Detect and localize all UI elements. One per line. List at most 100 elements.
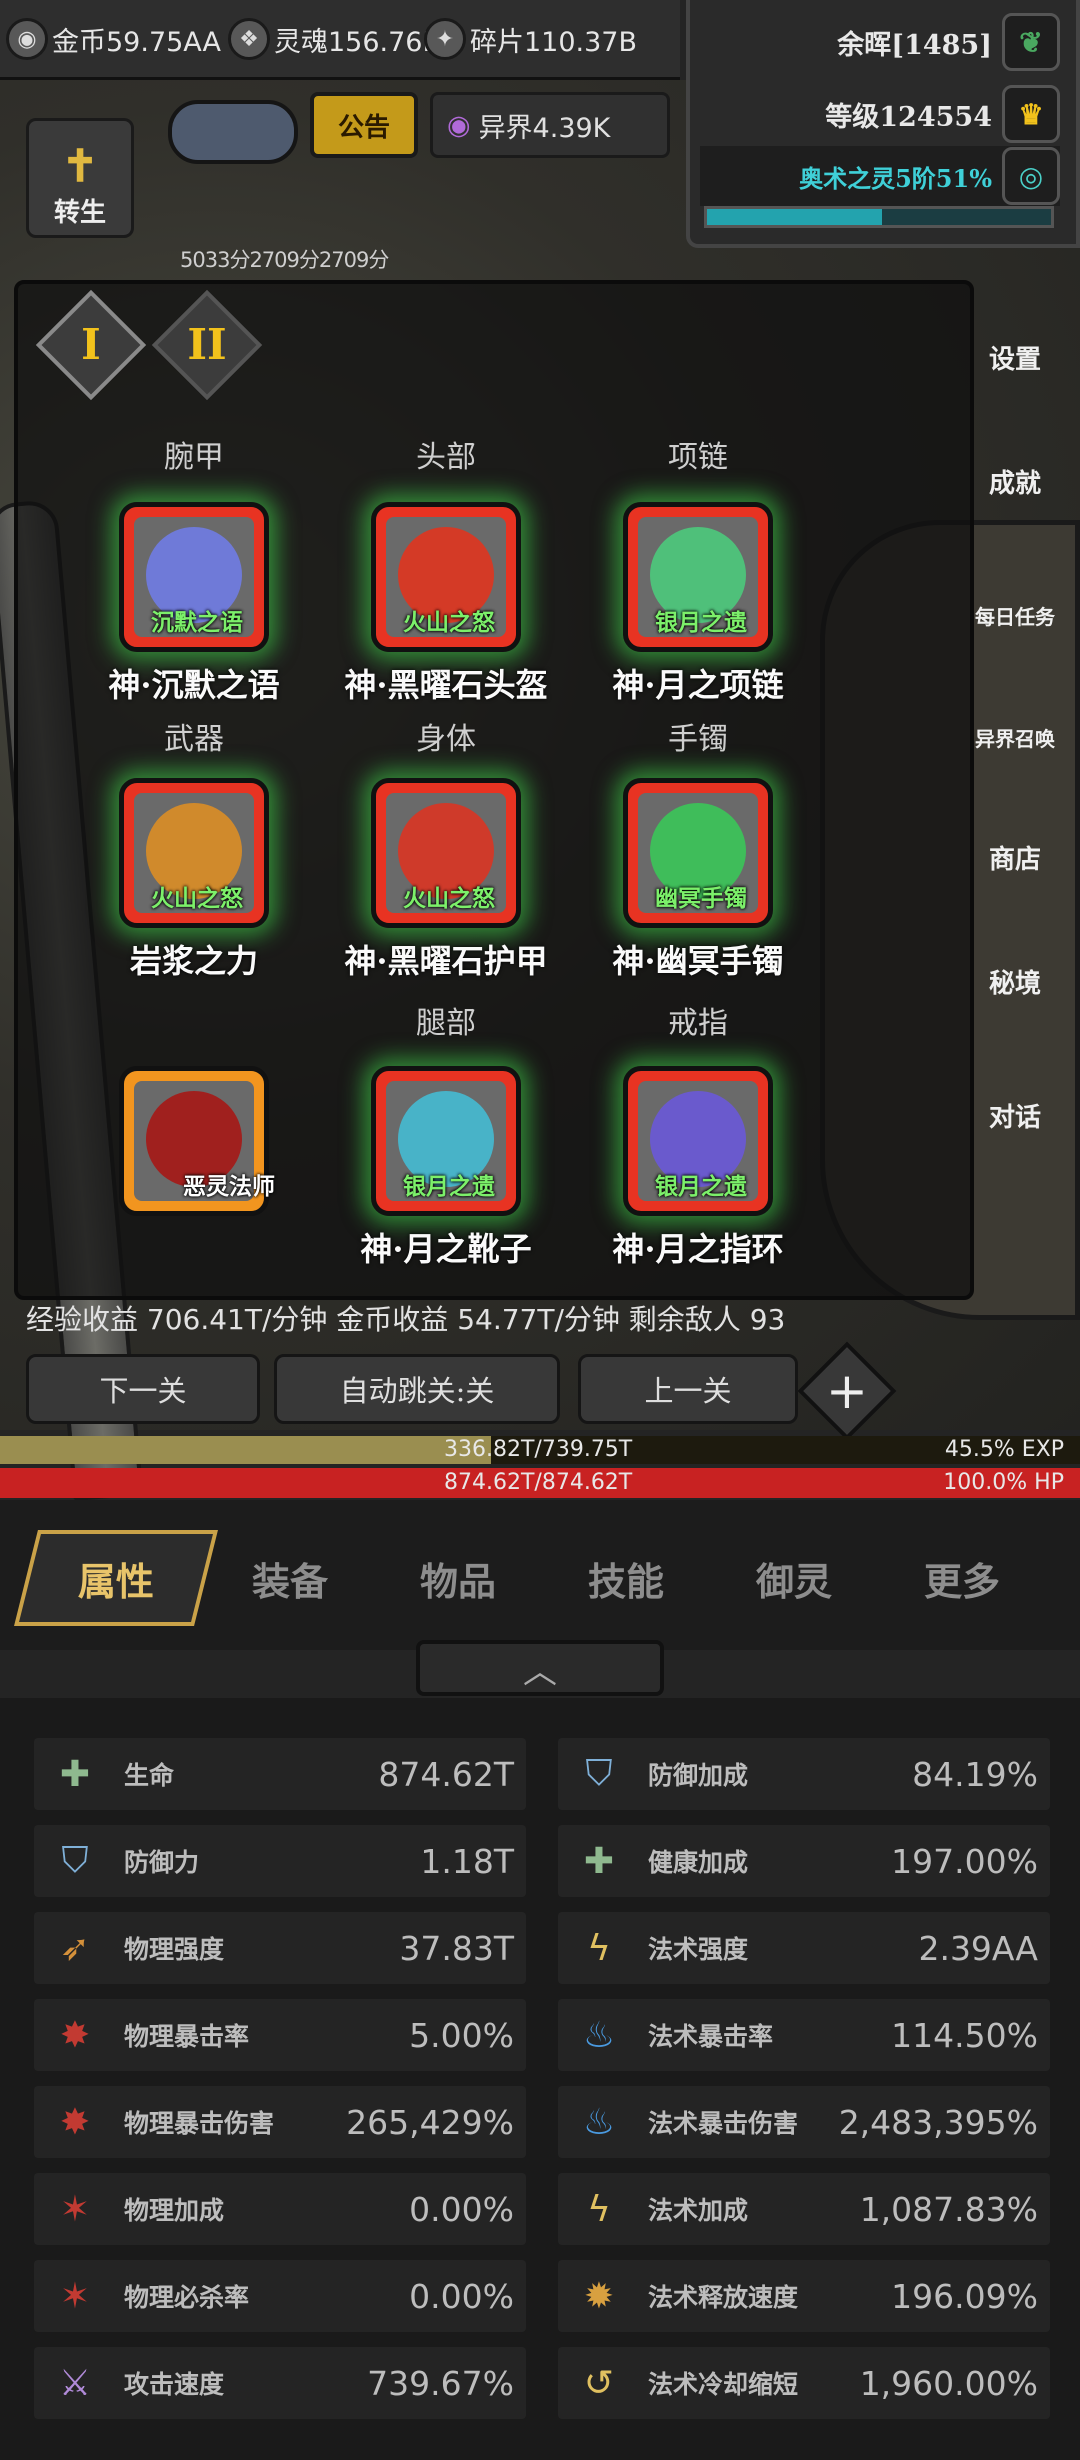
attribute-value: 0.00%	[409, 2276, 514, 2316]
next-stage-button[interactable]: 下一关	[26, 1354, 260, 1424]
set-tag-bracer: 沉默之语	[151, 609, 243, 636]
attribute-label: 法术释放速度	[648, 2283, 799, 2312]
attribute-row: ➶ 物理强度 37.83T	[34, 1912, 526, 1984]
gold-resource: ◉ 金币59.75AA	[6, 14, 221, 64]
spell-bonus-icon: ϟ	[587, 2188, 611, 2230]
equipment-slot-ring[interactable]: 银月之遗	[623, 1066, 773, 1216]
exp-bar-fill	[0, 1436, 492, 1464]
equipment-slot-weapon[interactable]: 火山之怒	[119, 778, 269, 928]
health-bonus-icon: ✚	[583, 1840, 615, 1882]
side-summon[interactable]: 异界召唤	[970, 652, 1060, 752]
equipment-slot-body[interactable]: 火山之怒	[371, 778, 521, 928]
auto-skip-button[interactable]: 自动跳关:关	[274, 1354, 560, 1424]
item-name-bracer: 神·沉默之语	[108, 666, 280, 704]
exp-text: 336.82T/739.75T	[444, 1437, 633, 1462]
attribute-row: ♨ 法术暴击率 114.50%	[558, 1999, 1050, 2071]
side-secret-realm-label: 秘境	[988, 969, 1041, 999]
attribute-value: 739.67%	[367, 2363, 514, 2403]
hp-percent: 100.0% HP	[943, 1470, 1064, 1495]
player-info-panel: 余晖[1485] ❦ 等级124554 ♛ 奥术之灵5阶51% ◎	[686, 0, 1080, 248]
side-secret-realm[interactable]: 秘境	[970, 900, 1060, 1000]
cast-speed-icon: ✹	[583, 2275, 615, 2317]
collapse-button[interactable]: ︿	[416, 1640, 664, 1696]
equipment-slot-pet[interactable]: 恶灵法师	[119, 1066, 275, 1216]
attribute-label: 防御力	[124, 1848, 200, 1877]
tab-more-label: 更多	[923, 1558, 1000, 1604]
arcane-progress-fill	[707, 209, 883, 225]
tab-items[interactable]: 物品	[378, 1530, 538, 1626]
otherworld-counter[interactable]: ◉ 异界4.39K	[430, 92, 670, 158]
side-shop[interactable]: 商店	[970, 776, 1060, 876]
attribute-row: ✸ 物理暴击伤害 265,429%	[34, 2086, 526, 2158]
prev-stage-label: 上一关	[644, 1374, 732, 1408]
fragment-value: 碎片110.37B	[470, 26, 637, 58]
game-screen: ◉ 金币59.75AA ❖ 灵魂156.76K ✦ 碎片110.37B 余晖[1…	[0, 0, 1080, 2460]
item-name-necklace: 神·月之项链	[612, 666, 784, 704]
attribute-row: ♨ 法术暴击伤害 2,483,395%	[558, 2086, 1050, 2158]
equipment-slot-bracelet[interactable]: 幽冥手镯	[623, 778, 773, 928]
gem-icon[interactable]	[168, 100, 298, 164]
crown-icon: ♛	[1002, 85, 1060, 143]
gold-value: 金币59.75AA	[52, 26, 221, 58]
attribute-label: 法术加成	[648, 2196, 749, 2225]
arcane-row[interactable]: 奥术之灵5阶51% ◎	[700, 146, 1060, 206]
attribute-row: ϟ 法术强度 2.39AA	[558, 1912, 1050, 1984]
physical-execute-icon: ✶	[59, 2275, 91, 2317]
attribute-row: ⚔ 攻击速度 739.67%	[34, 2347, 526, 2419]
equipment-slot-legs[interactable]: 银月之遗	[371, 1066, 521, 1216]
attribute-row: ↺ 法术冷却缩短 1,960.00%	[558, 2347, 1050, 2419]
attribute-value: 2,483,395%	[838, 2102, 1038, 2142]
side-daily-tasks[interactable]: 每日任务	[970, 530, 1060, 630]
attribute-value: 114.50%	[891, 2015, 1038, 2055]
hp-bar: 874.62T/874.62T 100.0% HP	[0, 1468, 1080, 1498]
tab-items-label: 物品	[419, 1558, 496, 1604]
set-tag-necklace: 银月之遗	[655, 609, 747, 636]
notice-button[interactable]: 公告	[310, 92, 418, 158]
equipment-slot-bracer[interactable]: 沉默之语	[119, 502, 269, 652]
auto-skip-label: 自动跳关:关	[339, 1374, 495, 1408]
defense-bonus-icon: ⛉	[585, 1753, 613, 1794]
attribute-value: 1,087.83%	[859, 2189, 1038, 2229]
tab-attributes-label: 属性	[77, 1558, 154, 1604]
afterglow-text: 余晖[1485]	[837, 29, 992, 61]
attribute-row: ✶ 物理必杀率 0.00%	[34, 2260, 526, 2332]
tab-more[interactable]: 更多	[882, 1530, 1042, 1626]
tab-equipment[interactable]: 装备	[210, 1530, 370, 1626]
rebirth-button[interactable]: ✝ 转生	[26, 118, 134, 238]
side-settings[interactable]: 设置	[970, 276, 1060, 376]
attribute-label: 法术强度	[648, 1935, 749, 1964]
attribute-label: 法术冷却缩短	[648, 2370, 799, 2399]
exp-bar: 336.82T/739.75T 45.5% EXP	[0, 1436, 1080, 1464]
prev-stage-button[interactable]: 上一关	[578, 1354, 798, 1424]
slot-label-ring: 戒指	[668, 1006, 728, 1041]
vortex-icon: ◎	[1002, 147, 1060, 205]
side-achievements[interactable]: 成就	[970, 400, 1060, 500]
side-dialogue[interactable]: 对话	[970, 1034, 1060, 1134]
item-name-weapon: 岩浆之力	[129, 942, 258, 980]
physical-bonus-icon: ✶	[59, 2188, 91, 2230]
soul-resource: ❖ 灵魂156.76K	[228, 14, 440, 64]
slot-label-bracelet: 手镯	[668, 722, 728, 757]
tab-attributes[interactable]: 属性	[14, 1530, 218, 1626]
slot-label-necklace: 项链	[668, 440, 728, 475]
attribute-value: 5.00%	[409, 2015, 514, 2055]
tab-spirits[interactable]: 御灵	[714, 1530, 874, 1626]
attribute-label: 生命	[124, 1761, 175, 1790]
item-name-legs: 神·月之靴子	[360, 1230, 532, 1268]
notice-label: 公告	[337, 112, 390, 143]
fragment-icon: ✦	[424, 18, 466, 60]
equipment-slot-helmet[interactable]: 火山之怒	[371, 502, 521, 652]
afterglow-row[interactable]: 余晖[1485] ❦	[837, 12, 1060, 72]
set-tag-body: 火山之怒	[403, 885, 495, 912]
cross-icon: ✝	[61, 141, 99, 192]
attribute-label: 法术暴击伤害	[648, 2109, 799, 2138]
equipment-slot-necklace[interactable]: 银月之遗	[623, 502, 773, 652]
arcane-text: 奥术之灵5阶51%	[799, 163, 992, 193]
soul-icon: ❖	[228, 18, 270, 60]
attribute-row: ✚ 健康加成 197.00%	[558, 1825, 1050, 1897]
chevron-up-icon: ︿	[523, 1651, 557, 1692]
level-row[interactable]: 等级124554 ♛	[825, 84, 1060, 144]
gold-coin-icon: ◉	[6, 18, 48, 60]
attribute-row: ✹ 法术释放速度 196.09%	[558, 2260, 1050, 2332]
tab-skills[interactable]: 技能	[546, 1530, 706, 1626]
